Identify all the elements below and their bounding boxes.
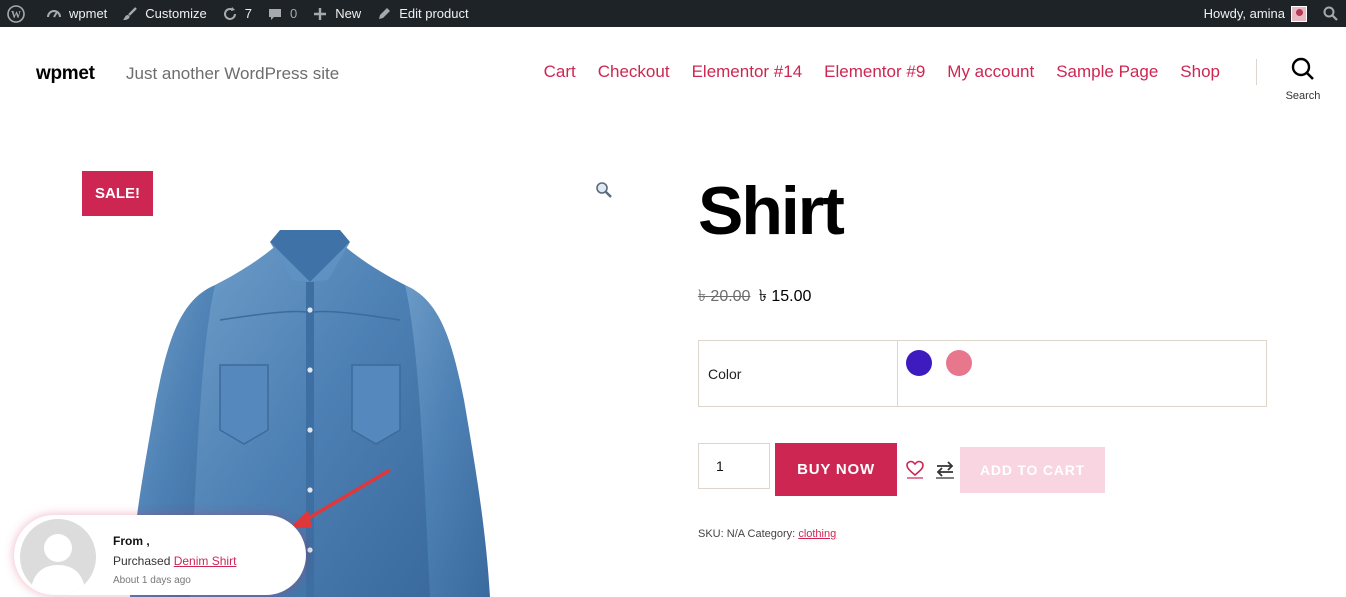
variations-table: Color — [698, 340, 1267, 407]
price-regular: ৳ 20.00 — [698, 288, 751, 305]
plus-icon — [311, 5, 329, 23]
category-link[interactable]: clothing — [798, 528, 836, 540]
product-title: Shirt — [698, 173, 845, 249]
price-sale: ৳ 15.00 — [758, 288, 812, 305]
nav-item-elementor-14[interactable]: Elementor #14 — [692, 62, 803, 82]
nav-item-sample-page[interactable]: Sample Page — [1056, 62, 1158, 82]
svg-text:W: W — [11, 10, 21, 21]
nav-item-cart[interactable]: Cart — [544, 62, 576, 82]
color-swatches — [898, 341, 1266, 406]
brush-icon — [121, 5, 139, 23]
notification-text: From , Purchased Denim Shirt About 1 day… — [113, 531, 236, 591]
comments-count: 0 — [289, 6, 298, 21]
nav-item-elementor-9[interactable]: Elementor #9 — [824, 62, 925, 82]
swatch-blue[interactable] — [906, 350, 932, 376]
updates-link[interactable]: 7 — [214, 0, 259, 27]
pencil-icon — [375, 5, 393, 23]
edit-product-link[interactable]: Edit product — [368, 0, 475, 27]
primary-menu: Cart Checkout Elementor #14 Elementor #9… — [544, 62, 1220, 82]
comment-icon — [266, 5, 284, 23]
sku-label: SKU: — [698, 528, 724, 540]
search-toggle-button[interactable]: Search — [1280, 57, 1326, 102]
comments-link[interactable]: 0 — [259, 0, 304, 27]
site-logo[interactable]: wpmet — [36, 63, 95, 85]
arrow-annotation — [290, 468, 391, 528]
sku-value: N/A — [726, 528, 745, 540]
product-meta: SKU: N/A Category: clothing — [698, 528, 836, 540]
notification-product-link[interactable]: Denim Shirt — [174, 554, 237, 568]
buy-now-button[interactable]: BUY NOW — [775, 443, 897, 496]
updates-count: 7 — [244, 6, 252, 21]
site-name: wpmet — [69, 6, 108, 21]
product-price: ৳ 20.00 ৳ 15.00 — [698, 283, 811, 310]
buyer-avatar-placeholder — [20, 519, 96, 595]
variation-label-color: Color — [699, 341, 898, 406]
my-account-menu[interactable]: Howdy, amina — [1197, 0, 1314, 27]
search-icon — [1280, 57, 1326, 86]
add-to-cart-button[interactable]: ADD TO CART — [960, 447, 1105, 493]
sale-badge: SALE! — [82, 171, 153, 216]
nav-item-checkout[interactable]: Checkout — [598, 62, 670, 82]
adminbar-search-button[interactable] — [1314, 0, 1346, 27]
swatch-pink[interactable] — [946, 350, 972, 376]
new-label: New — [335, 6, 362, 21]
category-label: Category: — [747, 528, 796, 540]
notification-purchased-label: Purchased — [113, 554, 171, 568]
quantity-input[interactable]: 1 — [698, 443, 770, 489]
user-avatar — [1291, 5, 1307, 22]
site-name-link[interactable]: wpmet — [38, 0, 114, 27]
wishlist-heart-icon[interactable] — [905, 459, 925, 479]
nav-item-my-account[interactable]: My account — [947, 62, 1034, 82]
wordpress-icon: W — [7, 4, 25, 23]
header-divider — [1256, 59, 1257, 85]
updates-icon — [221, 5, 239, 23]
site-header: wpmet Just another WordPress site Cart C… — [0, 27, 1346, 122]
search-icon — [1321, 5, 1339, 23]
compare-icon[interactable] — [934, 459, 956, 479]
nav-item-shop[interactable]: Shop — [1180, 62, 1220, 82]
edit-product-label: Edit product — [399, 6, 469, 21]
customize-label: Customize — [145, 6, 207, 21]
sales-notification-popup[interactable]: From , Purchased Denim Shirt About 1 day… — [14, 515, 306, 595]
wordpress-logo-button[interactable]: W — [0, 0, 38, 27]
notification-from: From , — [113, 534, 150, 548]
zoom-icon[interactable] — [595, 181, 613, 199]
search-label: Search — [1285, 90, 1321, 102]
admin-bar: W wpmet Customize 7 0 New Edit product H… — [0, 0, 1346, 27]
howdy-label: Howdy, amina — [1203, 6, 1285, 21]
new-content-link[interactable]: New — [304, 0, 368, 27]
dashboard-icon — [45, 5, 63, 23]
notification-purchased-line: Purchased Denim Shirt — [113, 551, 236, 571]
notification-time: About 1 days ago — [113, 575, 191, 586]
customize-link[interactable]: Customize — [114, 0, 213, 27]
site-tagline: Just another WordPress site — [126, 64, 340, 83]
